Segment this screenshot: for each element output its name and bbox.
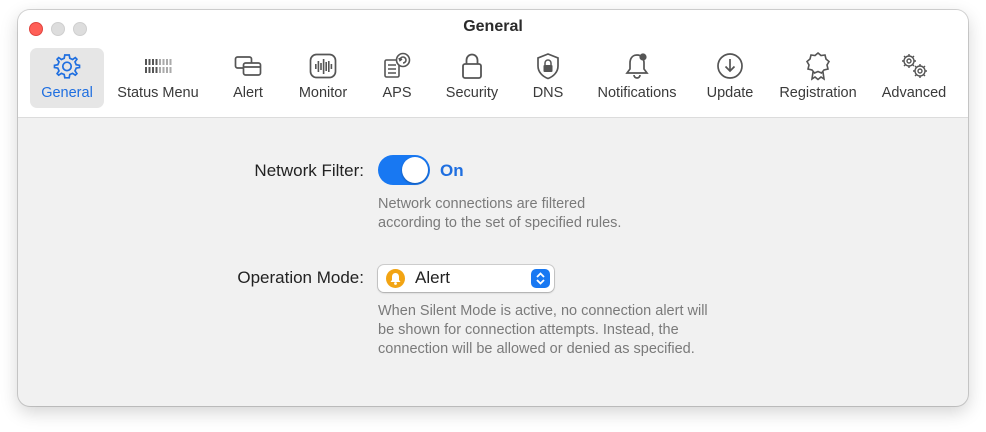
tab-label: Monitor xyxy=(298,85,348,101)
network-filter-label: Network Filter: xyxy=(254,161,364,180)
chevron-updown-icon xyxy=(531,269,550,288)
gear-icon xyxy=(53,54,81,79)
tab-security[interactable]: Security xyxy=(438,48,506,108)
tab-advanced[interactable]: Advanced xyxy=(874,48,954,108)
tab-label: Notifications xyxy=(597,85,677,101)
gears-icon xyxy=(902,54,927,78)
alert-bell-icon xyxy=(386,269,405,288)
tab-label: Update xyxy=(706,85,754,101)
tab-label: Alert xyxy=(233,85,263,101)
network-filter-state: On xyxy=(440,161,464,180)
tab-monitor[interactable]: Monitor xyxy=(290,48,356,108)
aps-refresh-icon xyxy=(384,52,411,78)
preferences-window: General General Status Menu Alert Monito… xyxy=(18,10,968,406)
tab-general[interactable]: General xyxy=(30,48,104,108)
description-line: Network connections are filtered xyxy=(378,196,586,212)
tab-dns[interactable]: DNS xyxy=(522,48,574,108)
tab-label: Status Menu xyxy=(117,85,199,101)
status-menu-icon xyxy=(144,59,172,73)
description-line: be shown for connection attempts. Instea… xyxy=(378,322,679,338)
alert-window-icon xyxy=(234,56,262,76)
tab-label: Registration xyxy=(779,85,857,101)
operation-mode-label: Operation Mode: xyxy=(237,268,364,287)
tab-label: General xyxy=(41,85,93,101)
operation-mode-select[interactable]: Alert xyxy=(378,265,554,292)
operation-mode-value: Alert xyxy=(415,268,450,287)
tab-label: Security xyxy=(445,85,499,101)
tab-registration[interactable]: Registration xyxy=(772,48,864,108)
network-filter-description: Network connections are filtered accordi… xyxy=(378,195,621,233)
operation-mode-description: When Silent Mode is active, no connectio… xyxy=(378,302,708,359)
tab-aps[interactable]: APS xyxy=(368,48,426,108)
tab-alert[interactable]: Alert xyxy=(218,48,278,108)
tab-notifications[interactable]: Notifications xyxy=(590,48,684,108)
toggle-knob xyxy=(402,157,428,183)
description-line: connection will be allowed or denied as … xyxy=(378,341,695,357)
description-line: according to the set of specified rules. xyxy=(378,215,622,231)
window-title: General xyxy=(463,18,523,35)
tab-label: APS xyxy=(382,85,412,101)
monitor-waveform-icon xyxy=(309,53,337,79)
download-circle-icon xyxy=(717,53,743,79)
toolbar: General General Status Menu Alert Monito… xyxy=(18,10,968,118)
tab-status-menu[interactable]: Status Menu xyxy=(112,48,204,108)
description-line: When Silent Mode is active, no connectio… xyxy=(378,303,708,319)
shield-lock-icon xyxy=(537,53,559,80)
tab-label: DNS xyxy=(532,85,564,101)
lock-icon xyxy=(462,53,482,79)
bell-badge-icon xyxy=(625,53,649,79)
tab-label: Advanced xyxy=(881,85,947,101)
award-ribbon-icon xyxy=(805,51,831,81)
network-filter-toggle[interactable] xyxy=(378,155,430,185)
tab-update[interactable]: Update xyxy=(698,48,762,108)
